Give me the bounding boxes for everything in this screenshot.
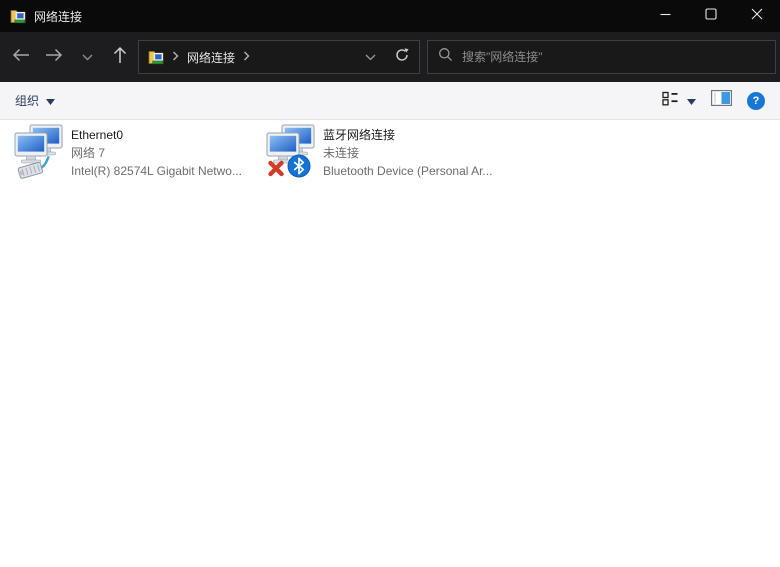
address-bar[interactable]: 网络连接 xyxy=(138,40,420,74)
search-icon xyxy=(438,47,453,67)
navigation-bar: 网络连接 xyxy=(0,32,780,82)
back-button[interactable] xyxy=(6,42,36,72)
list-view-icon xyxy=(662,91,679,111)
connections-list: Ethernet0 网络 7 Intel(R) 82574L Gigabit N… xyxy=(0,120,780,567)
breadcrumb-chevron-icon[interactable] xyxy=(243,48,250,66)
address-dropdown-button[interactable] xyxy=(365,48,376,66)
organize-button[interactable]: 组织 xyxy=(15,92,55,109)
connection-item-ethernet0[interactable]: Ethernet0 网络 7 Intel(R) 82574L Gigabit N… xyxy=(14,124,266,180)
chevron-down-icon xyxy=(82,48,93,66)
minimize-icon xyxy=(660,7,671,25)
help-button[interactable]: ? xyxy=(747,92,765,110)
back-arrow-icon xyxy=(12,48,30,67)
forward-arrow-icon xyxy=(45,48,63,67)
recent-locations-button[interactable] xyxy=(72,42,102,72)
up-button[interactable] xyxy=(105,42,135,72)
titlebar: 网络连接 xyxy=(0,0,780,32)
close-icon xyxy=(751,7,763,25)
forward-button[interactable] xyxy=(39,42,69,72)
connection-details: Ethernet0 网络 7 Intel(R) 82574L Gigabit N… xyxy=(71,124,242,180)
ethernet-connection-icon xyxy=(14,124,64,180)
connection-status: 未连接 xyxy=(323,144,492,162)
bluetooth-badge-icon xyxy=(288,155,310,177)
connection-item-bluetooth[interactable]: 蓝牙网络连接 未连接 Bluetooth Device (Personal Ar… xyxy=(266,124,518,180)
help-question-label: ? xyxy=(753,95,760,107)
address-folder-icon xyxy=(148,49,164,65)
breadcrumb-chevron-icon[interactable] xyxy=(172,48,179,66)
bluetooth-connection-icon xyxy=(266,124,316,180)
connection-device: Intel(R) 82574L Gigabit Netwo... xyxy=(71,162,242,180)
command-bar: 组织 xyxy=(0,82,780,120)
refresh-button[interactable] xyxy=(394,47,410,68)
breadcrumb-location[interactable]: 网络连接 xyxy=(187,49,235,66)
network-connections-window: 网络连接 xyxy=(0,0,780,567)
organize-label: 组织 xyxy=(15,92,39,109)
minimize-button[interactable] xyxy=(642,0,688,32)
connection-name: 蓝牙网络连接 xyxy=(323,126,492,144)
maximize-icon xyxy=(705,7,717,25)
network-connections-folder-icon xyxy=(10,8,26,24)
search-box[interactable] xyxy=(427,40,776,74)
maximize-button[interactable] xyxy=(688,0,734,32)
connection-details: 蓝牙网络连接 未连接 Bluetooth Device (Personal Ar… xyxy=(323,124,492,180)
disconnected-x-icon xyxy=(271,163,282,174)
window-title: 网络连接 xyxy=(34,8,82,25)
connection-device: Bluetooth Device (Personal Ar... xyxy=(323,162,492,180)
change-view-button[interactable] xyxy=(662,91,696,111)
command-bar-right: ? xyxy=(662,90,765,111)
preview-pane-icon xyxy=(711,93,732,110)
connection-name: Ethernet0 xyxy=(71,126,242,144)
up-arrow-icon xyxy=(113,46,127,69)
preview-pane-button[interactable] xyxy=(711,90,732,111)
dropdown-triangle-icon xyxy=(46,94,55,108)
search-input[interactable] xyxy=(462,50,765,64)
connection-status: 网络 7 xyxy=(71,144,242,162)
close-button[interactable] xyxy=(734,0,780,32)
view-dropdown-triangle-icon xyxy=(687,92,696,110)
